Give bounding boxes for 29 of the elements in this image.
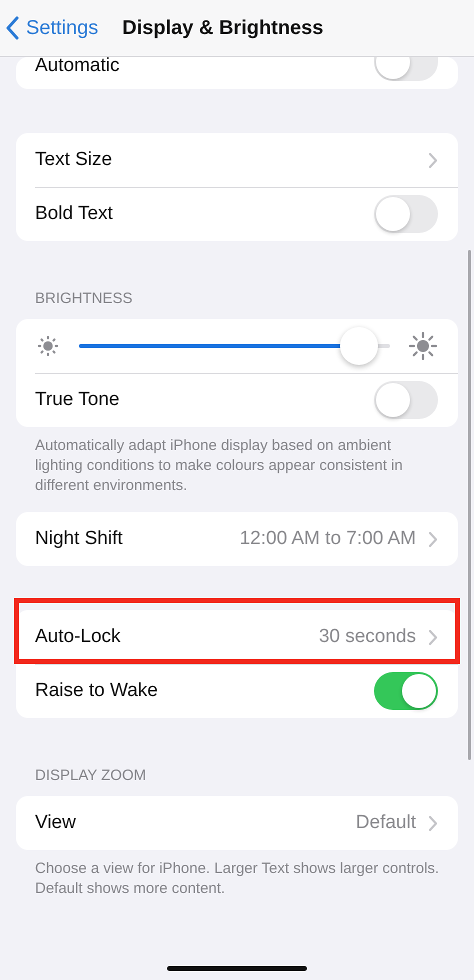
setting-label: Raise to Wake [35, 680, 159, 702]
toggle-switch[interactable] [374, 672, 438, 710]
setting-label: Bold Text [35, 203, 114, 225]
setting-label[interactable]: View [35, 812, 356, 834]
chevron-icon [428, 530, 438, 548]
setting-label: Automatic [35, 56, 120, 76]
back-chevron-icon [6, 16, 20, 40]
chevron-icon [428, 152, 438, 168]
section-header: BRIGHTNESS [35, 289, 134, 309]
setting-label[interactable]: Night Shift [35, 528, 240, 550]
toggle-switch[interactable] [374, 381, 438, 419]
setting-label[interactable]: Text Size [35, 149, 428, 171]
section-footer: Automatically adapt iPhone display based on ambient lighting conditions to make colours appear consistent in different environments. [0, 436, 474, 496]
chevron-icon [428, 628, 438, 646]
setting-label: True Tone [35, 389, 120, 411]
back-button[interactable]: Settings [0, 16, 98, 40]
setting-value: 30 seconds [318, 626, 416, 648]
toggle-switch[interactable] [374, 57, 438, 81]
dim-sun-icon [35, 333, 61, 359]
setting-value: Default [356, 812, 416, 834]
chevron-icon [428, 814, 438, 832]
screen-title: Display & Brightness [122, 16, 324, 40]
setting-label[interactable]: Auto-Lock [35, 626, 319, 648]
slider-thumb[interactable] [340, 327, 378, 365]
bright-sun-icon [408, 331, 438, 361]
setting-value: 12:00 AM to 7:00 AM [240, 528, 416, 550]
toggle-switch[interactable] [374, 195, 438, 233]
section-header: DISPLAY ZOOM [35, 766, 148, 786]
section-footer: Choose a view for iPhone. Larger Text shows larger controls. Default shows more content. [0, 859, 474, 899]
